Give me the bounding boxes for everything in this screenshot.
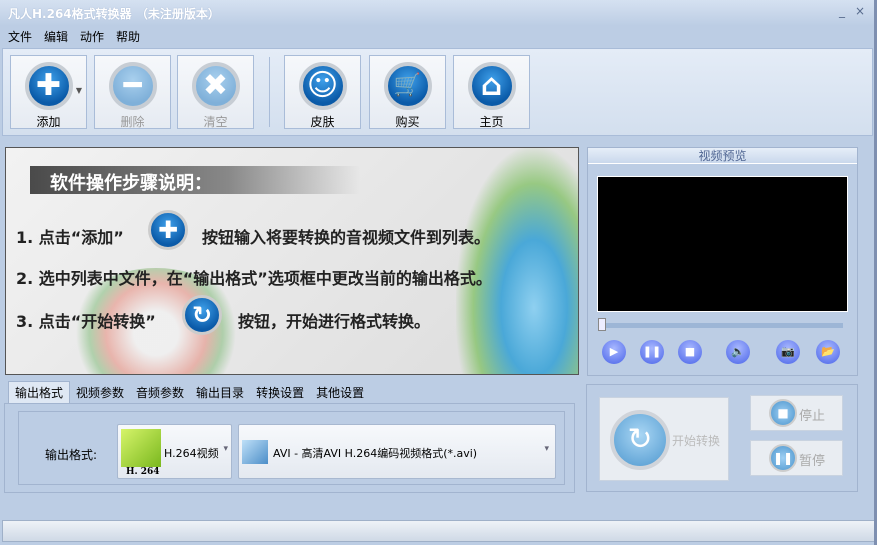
clear-x-icon: ✖ (191, 62, 240, 110)
home-icon: ⌂ (467, 62, 516, 110)
step-1-text: 1. 点击“添加” (16, 228, 124, 247)
menu-file[interactable]: 文件 (4, 28, 36, 46)
convert-arrow-icon: ↻ (610, 410, 670, 470)
home-button[interactable]: ⌂ 主页 (453, 55, 530, 129)
stop-icon[interactable]: ■ (678, 340, 702, 364)
skin-button[interactable]: ☺ 皮肤 (284, 55, 361, 129)
logo-graphic (456, 148, 578, 374)
output-format-label: 输出格式: (45, 448, 98, 462)
start-convert-button[interactable]: ↻ 开始转换 (599, 397, 729, 481)
conversion-panel: ↻ 开始转换 ■ 停止 ❚❚ 暂停 (586, 384, 858, 492)
menu-help[interactable]: 帮助 (112, 28, 144, 46)
home-label: 主页 (479, 115, 504, 129)
plus-icon: ✚ (24, 62, 73, 110)
tab-audio-params[interactable]: 音频参数 (130, 382, 190, 404)
minimize-button[interactable]: _ (835, 4, 849, 18)
close-button[interactable]: × (853, 4, 867, 18)
format-value: AVI - 高清AVI H.264编码视频格式(*.avi) (273, 447, 478, 460)
minus-icon: ━ (108, 62, 157, 110)
delete-button[interactable]: ━ 删除 (94, 55, 171, 129)
chevron-down-icon: ▾ (223, 444, 228, 454)
tab-video-params[interactable]: 视频参数 (70, 382, 130, 404)
tab-other-settings[interactable]: 其他设置 (310, 382, 370, 404)
preview-title: 视频预览 (588, 148, 857, 164)
pause-icon[interactable]: ❚❚ (640, 340, 664, 364)
play-icon[interactable]: ▶ (602, 340, 626, 364)
convert-arrow-icon: ↻ (182, 295, 222, 335)
toolbar: ✚ 添加 ▼ ━ 删除 ✖ 清空 ☺ 皮肤 🛒 购买 ⌂ 主页 (2, 48, 873, 136)
toolbar-divider (269, 57, 270, 127)
stop-icon: ■ (769, 399, 797, 427)
clear-button[interactable]: ✖ 清空 (177, 55, 254, 129)
skin-label: 皮肤 (310, 115, 335, 129)
seek-thumb[interactable] (598, 318, 606, 331)
plus-icon: ✚ (148, 210, 188, 250)
category-value: H.264视频 (164, 447, 219, 460)
step-1-text-end: 按钮输入将要转换的音视频文件到列表。 (202, 228, 491, 247)
add-button[interactable]: ✚ 添加 ▼ (10, 55, 87, 129)
video-preview-panel: 视频预览 ▶ ❚❚ ■ 🔈 📷 📂 (587, 147, 858, 376)
add-label: 添加 (36, 115, 61, 129)
menu-action[interactable]: 动作 (76, 28, 108, 46)
tab-output-dir[interactable]: 输出目录 (190, 382, 250, 404)
step-3-text: 3. 点击“开始转换” (16, 312, 156, 331)
clear-label: 清空 (203, 115, 228, 129)
start-convert-label: 开始转换 (672, 434, 721, 448)
step-3-text-end: 按钮，开始进行格式转换。 (238, 312, 431, 331)
window-title: 凡人H.264格式转换器 （未注册版本） (8, 7, 220, 21)
pause-label: 暂停 (799, 454, 826, 469)
menu-edit[interactable]: 编辑 (40, 28, 72, 46)
stop-button[interactable]: ■ 停止 (750, 395, 843, 431)
seek-bar[interactable] (600, 323, 843, 328)
category-select[interactable]: H. 264 H.264视频 ▾ (117, 424, 232, 479)
snapshot-icon[interactable]: 📷 (776, 340, 800, 364)
pause-button[interactable]: ❚❚ 暂停 (750, 440, 843, 476)
stop-label: 停止 (799, 409, 826, 424)
open-folder-icon[interactable]: 📂 (816, 340, 840, 364)
tab-panel: 输出格式: H. 264 H.264视频 ▾ AVI - 高清AVI H.264… (4, 403, 575, 493)
blue-box-icon (242, 440, 268, 464)
settings-tabs: 输出格式 视频参数 音频参数 输出目录 转换设置 其他设置 (8, 381, 370, 404)
banner-heading: 软件操作步骤说明： (30, 166, 360, 194)
video-screen (597, 176, 848, 312)
title-bar: 凡人H.264格式转换器 （未注册版本） _ × (0, 0, 877, 26)
instructions-banner: 软件操作步骤说明： 1. 点击“添加” ✚ 按钮输入将要转换的音视频文件到列表。… (5, 147, 579, 375)
menu-bar: 文件 编辑 动作 帮助 (0, 28, 144, 48)
cart-icon: 🛒 (383, 62, 432, 110)
format-select[interactable]: AVI - 高清AVI H.264编码视频格式(*.avi) ▾ (238, 424, 556, 479)
h264-icon-label: H. 264 (126, 467, 160, 477)
add-dropdown-icon[interactable]: ▼ (76, 86, 82, 95)
status-bar (2, 520, 875, 542)
format-group: 输出格式: H. 264 H.264视频 ▾ AVI - 高清AVI H.264… (18, 411, 565, 485)
step-2-text: 2. 选中列表中文件，在“输出格式”选项框中更改当前的输出格式。 (16, 269, 492, 288)
tab-convert-settings[interactable]: 转换设置 (250, 382, 310, 404)
buy-button[interactable]: 🛒 购买 (369, 55, 446, 129)
buy-label: 购买 (395, 115, 420, 129)
chevron-down-icon: ▾ (544, 444, 549, 454)
pause-icon: ❚❚ (769, 444, 797, 472)
smiley-icon: ☺ (298, 62, 347, 110)
tab-output-format[interactable]: 输出格式 (8, 381, 71, 403)
volume-icon[interactable]: 🔈 (726, 340, 750, 364)
green-box-icon (121, 429, 161, 467)
delete-label: 删除 (120, 115, 145, 129)
